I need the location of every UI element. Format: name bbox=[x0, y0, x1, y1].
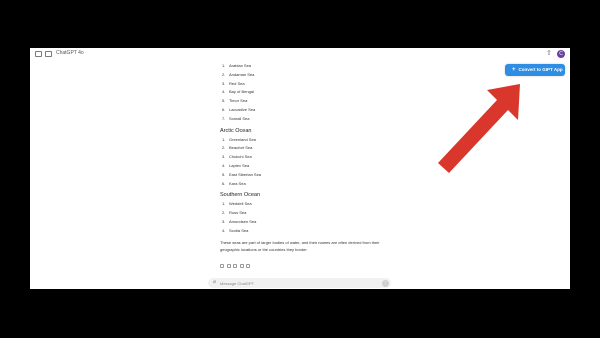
sidebar-toggle-icon[interactable] bbox=[35, 51, 42, 57]
list-item: 1. Greenland Sea bbox=[220, 136, 420, 145]
avatar[interactable]: C bbox=[557, 50, 565, 58]
list-item-text: Chukchi Sea bbox=[229, 154, 252, 160]
list-item: 6. Kara Sea bbox=[220, 180, 420, 189]
copy-icon[interactable] bbox=[226, 263, 231, 268]
message-input[interactable] bbox=[220, 278, 370, 288]
new-chat-icon[interactable] bbox=[45, 51, 52, 57]
list-item-text: Amundsen Sea bbox=[229, 218, 257, 224]
letterbox-top bbox=[0, 0, 600, 48]
list-item-text: Beaufort Sea bbox=[229, 145, 253, 151]
list-item: 2. Andaman Sea bbox=[220, 71, 420, 80]
list-item-text: Red Sea bbox=[229, 80, 245, 86]
heading-southern-ocean: Southern Ocean bbox=[220, 192, 261, 199]
share-icon[interactable]: ⇧ bbox=[546, 50, 552, 58]
heading-arctic-ocean: Arctic Ocean bbox=[220, 127, 252, 134]
list-item-text: Kara Sea bbox=[229, 180, 246, 186]
list-item: 6. Laccadive Sea bbox=[220, 106, 420, 115]
list-southern-seas: 1. Weddell Sea 2. Ross Sea 3. Amundsen Sea 4. S… bbox=[220, 200, 420, 235]
thumbs-down-icon[interactable] bbox=[239, 263, 244, 268]
message-actions bbox=[220, 255, 420, 268]
list-indian-seas: 1. Arabian Sea 2. Andaman Sea 3. Red Sea 4. Bay… bbox=[220, 62, 420, 124]
list-item-number: 3. bbox=[222, 218, 226, 224]
list-item: 1. Arabian Sea bbox=[220, 62, 420, 71]
list-item-number: 2. bbox=[222, 210, 226, 216]
convert-to-app-label: Convert to GIPT App bbox=[518, 67, 563, 72]
list-item-number: 6. bbox=[222, 180, 226, 186]
list-item: 3. Red Sea bbox=[220, 80, 420, 89]
summary-paragraph: These seas are part of larger bodies of … bbox=[220, 239, 380, 252]
list-item: 7. Somali Sea bbox=[220, 115, 420, 124]
list-item-text: Somali Sea bbox=[229, 115, 250, 121]
letterbox-bottom bbox=[0, 289, 600, 338]
list-item-number: 1. bbox=[222, 201, 226, 207]
list-item-number: 2. bbox=[222, 71, 226, 77]
list-item-text: Andaman Sea bbox=[229, 71, 255, 77]
list-item: 3. Amundsen Sea bbox=[220, 218, 420, 227]
list-item: 3. Chukchi Sea bbox=[220, 153, 420, 162]
list-item-text: Bay of Bengal bbox=[229, 89, 254, 95]
model-selector[interactable]: ChatGPT 4o bbox=[56, 50, 84, 56]
list-item-text: Scotia Sea bbox=[229, 227, 249, 233]
regenerate-icon[interactable] bbox=[246, 263, 250, 268]
assistant-message: 1. Arabian Sea 2. Andaman Sea 3. Red Sea 4. Bay… bbox=[220, 62, 420, 268]
list-arctic-seas: 1. Greenland Sea 2. Beaufort Sea 3. Chukchi S… bbox=[220, 136, 420, 189]
list-item-number: 3. bbox=[222, 80, 226, 86]
read-aloud-icon[interactable] bbox=[220, 263, 224, 268]
list-item-number: 4. bbox=[222, 162, 226, 168]
list-item: 4. Laptev Sea bbox=[220, 162, 420, 171]
message-composer: ⌀ ↑ bbox=[208, 278, 391, 288]
list-item: 1. Weddell Sea bbox=[220, 200, 420, 209]
list-item-text: Weddell Sea bbox=[229, 201, 252, 207]
list-item-number: 3. bbox=[222, 154, 226, 160]
list-item-number: 1. bbox=[222, 136, 226, 142]
list-item: 5. Timor Sea bbox=[220, 97, 420, 106]
list-item-number: 6. bbox=[222, 106, 226, 112]
list-item-number: 5. bbox=[222, 171, 226, 177]
list-item: 4. Scotia Sea bbox=[220, 227, 420, 236]
list-item: 2. Beaufort Sea bbox=[220, 144, 420, 153]
chat-window: ChatGPT 4o ⇧ C + Convert to GIPT App 1. Ar… bbox=[30, 48, 570, 289]
list-item-text: Arabian Sea bbox=[229, 63, 252, 68]
top-bar: ChatGPT 4o ⇧ C bbox=[30, 48, 570, 62]
list-item: 4. Bay of Bengal bbox=[220, 88, 420, 97]
plus-icon: + bbox=[512, 67, 516, 73]
list-item-number: 2. bbox=[222, 145, 226, 151]
list-item-number: 7. bbox=[222, 115, 226, 121]
red-arrow-annotation bbox=[438, 84, 520, 173]
list-item-number: 1. bbox=[222, 63, 226, 68]
list-item-text: Laccadive Sea bbox=[229, 106, 256, 112]
list-item: 5. East Siberian Sea bbox=[220, 171, 420, 180]
arrow-shape bbox=[438, 84, 520, 173]
list-item-text: Ross Sea bbox=[229, 210, 247, 216]
thumbs-up-icon[interactable] bbox=[233, 263, 237, 268]
paperclip-icon[interactable]: ⌀ bbox=[213, 279, 216, 285]
convert-to-app-button[interactable]: + Convert to GIPT App bbox=[505, 64, 565, 76]
list-item-number: 5. bbox=[222, 98, 226, 104]
list-item-text: East Siberian Sea bbox=[229, 171, 262, 177]
list-item-number: 4. bbox=[222, 89, 226, 95]
list-item-text: Greenland Sea bbox=[229, 136, 256, 142]
send-arrow-icon[interactable]: ↑ bbox=[382, 279, 389, 287]
list-item: 2. Ross Sea bbox=[220, 209, 420, 218]
list-item-number: 4. bbox=[222, 227, 226, 233]
list-item-text: Laptev Sea bbox=[229, 162, 250, 168]
list-item-text: Timor Sea bbox=[229, 98, 248, 104]
